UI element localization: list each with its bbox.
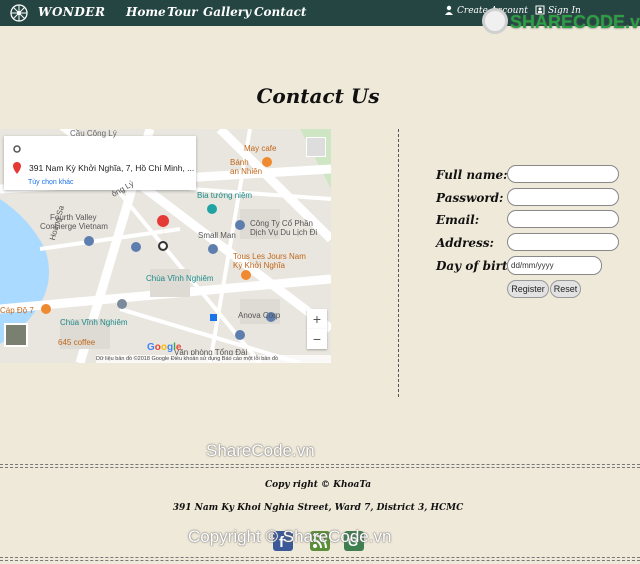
user-icon [445, 5, 453, 15]
email-label: Email: [436, 213, 480, 227]
zoom-in-button[interactable]: + [307, 309, 327, 329]
nav-home[interactable]: Home [126, 5, 166, 19]
map-label: Kỳ Khởi Nghĩa [233, 261, 285, 270]
map-label: Chùa Vĩnh Nghiêm [146, 274, 214, 283]
map-label: Chùa Vĩnh Nghiêm [60, 318, 128, 327]
map-attribution[interactable]: Dữ liệu bản đồ ©2018 Google Điều khoản s… [96, 355, 331, 363]
footer-bottom-divider-2 [0, 560, 640, 561]
map-more-options-link[interactable]: Tùy chọn khác [28, 179, 74, 186]
map-label: Cáp Độ 7 [0, 306, 34, 315]
map-place-card: 391 Nam Kỳ Khởi Nghĩa, 7, Hồ Chí Minh, .… [4, 136, 196, 190]
origin-icon [13, 145, 21, 153]
address-input[interactable] [507, 233, 619, 251]
map-label: an Nhiên [230, 167, 263, 176]
register-button[interactable]: Register [507, 280, 549, 298]
sharecode-logo-text: SHARECODE.vn [510, 12, 640, 33]
footer-copyright: Copy right © KhoaTa [264, 480, 372, 490]
nav-tour[interactable]: Tour [167, 5, 198, 19]
destination-pin-icon [13, 162, 21, 174]
map-label: Small Man [198, 231, 236, 240]
map-label: Bia tướng niệm [197, 191, 253, 200]
map-label: Bánh [230, 158, 249, 167]
nav-contact[interactable]: Contact [254, 5, 306, 19]
sharecode-logo-watermark: SHARECODE.vn [482, 8, 640, 38]
address-label: Address: [436, 236, 494, 250]
password-input[interactable] [507, 188, 619, 206]
map-label: 645 coffee [58, 338, 96, 347]
map-label: Công Ty Cổ Phần [250, 219, 314, 228]
map-search-address[interactable]: 391 Nam Kỳ Khởi Nghĩa, 7, Hồ Chí Minh, .… [29, 163, 194, 173]
google-map[interactable]: 391 Nam Kỳ Khởi Nghĩa, 7, Hồ Chí Minh, .… [0, 129, 331, 363]
map-label: Cầu Công Lý [70, 129, 117, 138]
map-label: Tous Les Jours Nam [233, 252, 306, 261]
full-name-label: Full name: [436, 168, 508, 182]
fullscreen-thumbnail[interactable] [306, 137, 326, 157]
map-label: May cafe [244, 144, 277, 153]
email-input[interactable] [507, 210, 619, 228]
brand-name[interactable]: WONDER [38, 5, 105, 19]
logo-icon[interactable] [9, 3, 29, 23]
sharecode-copyright-watermark: Copyright © ShareCode.vn [188, 527, 392, 546]
footer-address: 391 Nam Ky Khoi Nghia Street, Ward 7, Di… [172, 503, 464, 513]
reset-button[interactable]: Reset [550, 280, 581, 298]
footer-bottom-divider [0, 557, 640, 558]
dob-date-input[interactable]: dd/mm/yyyy [507, 256, 602, 275]
satellite-toggle[interactable] [4, 323, 28, 347]
full-name-input[interactable] [507, 165, 619, 183]
vertical-divider [398, 129, 399, 397]
password-label: Password: [436, 191, 504, 205]
footer-top-divider-2 [0, 467, 640, 468]
sharecode-watermark: ShareCode.vn [206, 441, 315, 460]
zoom-out-button[interactable]: − [307, 329, 327, 349]
nav-gallery[interactable]: Gallery [203, 5, 251, 19]
footer-top-divider [0, 464, 640, 465]
map-label: Anova Corp [238, 311, 281, 320]
google-logo: Google [147, 342, 182, 353]
sharecode-logo-suffix: .vn [625, 12, 640, 32]
sharecode-logo-icon [482, 8, 508, 34]
page-title: Contact Us [256, 84, 380, 108]
map-label: Dịch Vụ Du Lịch Đi [250, 228, 318, 237]
sharecode-logo-main: SHARECODE [510, 12, 626, 32]
